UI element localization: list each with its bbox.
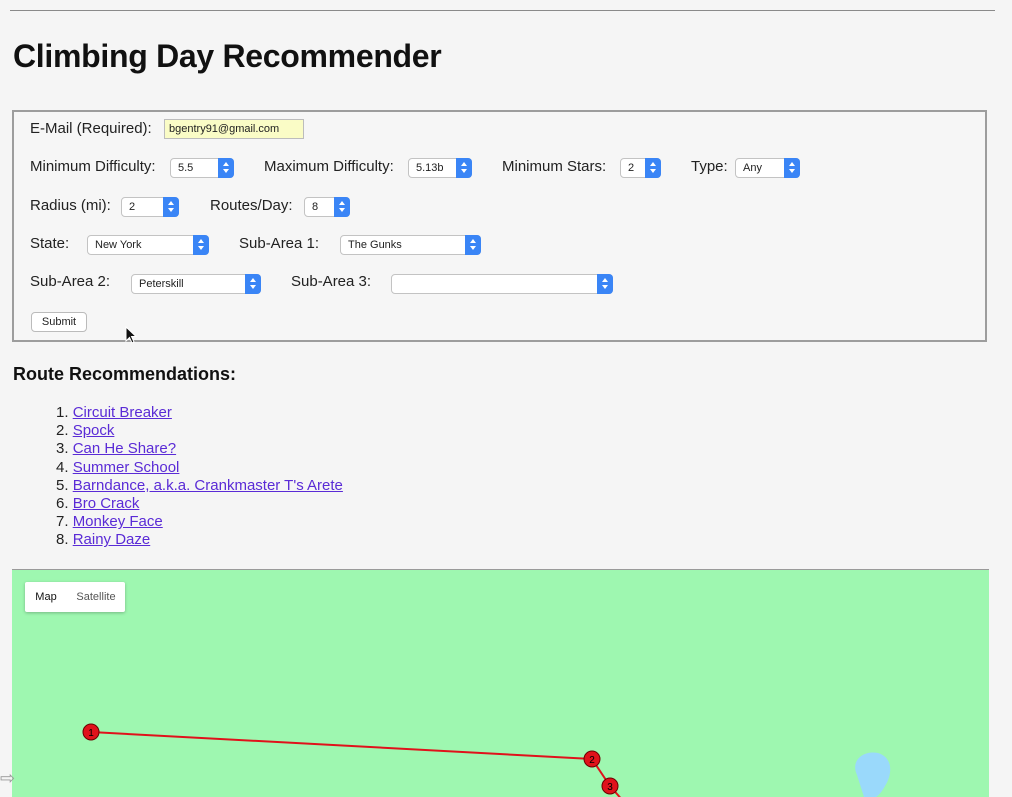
route-link[interactable]: Bro Crack xyxy=(73,495,140,512)
chevron-updown-icon xyxy=(597,274,613,294)
chevron-updown-icon xyxy=(163,197,179,217)
resize-arrow-icon: ⇨ xyxy=(0,768,16,788)
email-field[interactable]: bgentry91@gmail.com xyxy=(164,119,304,139)
route-number: 5. xyxy=(56,476,69,494)
route-path-segment xyxy=(90,731,593,760)
min-stars-value: 2 xyxy=(628,162,635,174)
marker-label: 3 xyxy=(607,782,613,793)
routes-per-day-label: Routes/Day: xyxy=(210,197,293,214)
routes-per-day-select[interactable]: 8 xyxy=(304,197,350,217)
min-stars-select[interactable]: 2 xyxy=(620,158,661,178)
marker-label: 1 xyxy=(88,728,94,739)
top-divider xyxy=(10,10,995,11)
submit-button[interactable]: Submit xyxy=(31,312,87,332)
route-link[interactable]: Barndance, a.k.a. Crankmaster T's Arete xyxy=(73,477,343,494)
route-link[interactable]: Summer School xyxy=(73,459,180,476)
routes-per-day-value: 8 xyxy=(312,201,319,213)
list-item: 2. Spock xyxy=(56,422,343,440)
route-link[interactable]: Can He Share? xyxy=(73,440,176,457)
chevron-updown-icon xyxy=(456,158,472,178)
list-item: 4. Summer School xyxy=(56,459,343,477)
list-item: 1. Circuit Breaker xyxy=(56,404,343,422)
water-body xyxy=(855,752,891,797)
sub-area-2-label: Sub-Area 2: xyxy=(30,273,111,290)
sub-area-1-select[interactable]: The Gunks xyxy=(340,235,481,255)
sub-area-3-label: Sub-Area 3: xyxy=(291,273,372,290)
type-select[interactable]: Any xyxy=(735,158,800,178)
type-value: Any xyxy=(743,162,762,174)
chevron-updown-icon xyxy=(245,274,261,294)
route-number: 2. xyxy=(56,422,69,440)
results-heading: Route Recommendations: xyxy=(13,364,237,384)
chevron-updown-icon xyxy=(334,197,350,217)
route-link[interactable]: Circuit Breaker xyxy=(73,404,172,421)
min-difficulty-label: Minimum Difficulty: xyxy=(30,158,156,175)
route-link[interactable]: Spock xyxy=(73,422,115,439)
max-difficulty-value: 5.13b xyxy=(416,162,444,174)
sub-area-1-label: Sub-Area 1: xyxy=(239,235,320,252)
page-title: Climbing Day Recommender xyxy=(13,38,442,74)
route-overlay: 1 2 3 xyxy=(82,723,891,797)
sub-area-2-value: Peterskill xyxy=(139,278,184,290)
state-label: State: xyxy=(30,235,70,252)
marker-label: 2 xyxy=(589,755,595,766)
list-item: 6. Bro Crack xyxy=(56,495,343,513)
max-difficulty-label: Maximum Difficulty: xyxy=(264,158,394,175)
radius-select[interactable]: 2 xyxy=(121,197,179,217)
route-link[interactable]: Monkey Face xyxy=(73,513,163,530)
route-number: 4. xyxy=(56,458,69,476)
max-difficulty-select[interactable]: 5.13b xyxy=(408,158,472,178)
route-number: 6. xyxy=(56,494,69,512)
list-item: 8. Rainy Daze xyxy=(56,531,343,549)
chevron-updown-icon xyxy=(645,158,661,178)
route-number: 1. xyxy=(56,404,69,421)
list-item: 5. Barndance, a.k.a. Crankmaster T's Are… xyxy=(56,477,343,495)
min-stars-label: Minimum Stars: xyxy=(502,158,607,175)
chevron-updown-icon xyxy=(218,158,234,178)
route-link[interactable]: Rainy Daze xyxy=(73,531,151,548)
route-number: 7. xyxy=(56,513,69,531)
route-number: 3. xyxy=(56,440,69,458)
email-label: E-Mail (Required): xyxy=(30,120,152,137)
radius-label: Radius (mi): xyxy=(30,197,111,214)
state-value: New York xyxy=(95,239,142,251)
list-item: 7. Monkey Face xyxy=(56,513,343,531)
chevron-updown-icon xyxy=(193,235,209,255)
sub-area-2-select[interactable]: Peterskill xyxy=(131,274,261,294)
route-number: 8. xyxy=(56,531,69,549)
min-difficulty-select[interactable]: 5.5 xyxy=(170,158,234,178)
type-label: Type: xyxy=(691,158,728,175)
mouse-pointer-icon xyxy=(125,326,138,344)
search-form: E-Mail (Required): bgentry91@gmail.com M… xyxy=(12,110,987,342)
chevron-updown-icon xyxy=(465,235,481,255)
map-marker[interactable]: 3 xyxy=(601,777,619,795)
map-marker[interactable]: 1 xyxy=(82,723,100,741)
chevron-updown-icon xyxy=(784,158,800,178)
map-marker[interactable]: 2 xyxy=(583,750,601,768)
route-list: 1. Circuit Breaker 2. Spock 3. Can He Sh… xyxy=(56,404,343,550)
list-item: 3. Can He Share? xyxy=(56,440,343,458)
sub-area-1-value: The Gunks xyxy=(348,239,402,251)
radius-value: 2 xyxy=(129,201,136,213)
route-map[interactable]: Map Satellite 1 2 3 xyxy=(12,569,989,797)
min-difficulty-value: 5.5 xyxy=(178,162,194,174)
sub-area-3-select[interactable] xyxy=(391,274,613,294)
state-select[interactable]: New York xyxy=(87,235,209,255)
